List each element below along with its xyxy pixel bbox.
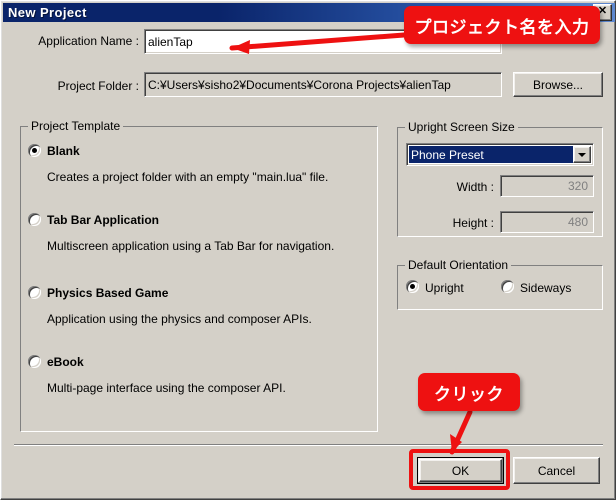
browse-button-label: Browse... [532, 77, 583, 92]
radio-sideways[interactable] [501, 280, 514, 293]
default-orientation-group-title: Default Orientation [405, 258, 512, 272]
radio-ebook-label: eBook [47, 355, 84, 369]
cancel-button[interactable]: Cancel [513, 457, 600, 484]
height-label: Height : [452, 216, 494, 230]
width-input[interactable]: 320 [500, 175, 594, 197]
screenshot-root: New Project ✕ Application Name : alienTa… [0, 0, 616, 500]
footer-separator [14, 444, 603, 446]
ok-button-label: OK [451, 463, 470, 478]
radio-ebook[interactable] [28, 355, 41, 368]
screen-size-preset-value: Phone Preset [409, 146, 574, 163]
upright-screen-size-group-title: Upright Screen Size [405, 120, 518, 134]
radio-blank-label: Blank [47, 144, 80, 158]
radio-tab-bar-application-description: Multiscreen application using a Tab Bar … [47, 239, 335, 253]
radio-sideways-label: Sideways [520, 281, 572, 295]
browse-button[interactable]: Browse... [513, 72, 603, 97]
cancel-button-label: Cancel [537, 463, 576, 478]
new-project-dialog: New Project ✕ Application Name : alienTa… [0, 0, 616, 500]
callout-enter-project-name: プロジェクト名を入力 [404, 6, 600, 44]
width-label: Width : [456, 180, 494, 194]
radio-physics-based-game-label: Physics Based Game [47, 286, 169, 300]
window-title: New Project [8, 5, 87, 20]
height-input[interactable]: 480 [500, 211, 594, 233]
radio-physics-based-game-description: Application using the physics and compos… [47, 312, 312, 326]
radio-blank[interactable] [28, 144, 41, 157]
screen-size-preset-combobox[interactable]: Phone Preset [406, 143, 594, 166]
chevron-down-icon [578, 152, 586, 157]
project-folder-input[interactable]: C:¥Users¥sisho2¥Documents¥Corona Project… [144, 72, 502, 97]
project-template-group-title: Project Template [28, 119, 124, 133]
radio-tab-bar-application-label: Tab Bar Application [47, 213, 160, 227]
radio-blank-dot [32, 148, 37, 153]
radio-upright-label: Upright [425, 281, 464, 295]
callout-click: クリック [418, 373, 520, 411]
radio-physics-based-game[interactable] [28, 286, 41, 299]
radio-upright-dot [410, 284, 415, 289]
screen-size-preset-dropdown-button[interactable] [573, 146, 591, 163]
project-folder-label: Project Folder : [57, 79, 139, 93]
radio-upright[interactable] [406, 280, 419, 293]
application-name-label: Application Name : [38, 34, 139, 48]
ok-button[interactable]: OK [417, 457, 504, 484]
radio-blank-description: Creates a project folder with an empty "… [47, 170, 329, 184]
radio-ebook-description: Multi-page interface using the composer … [47, 381, 286, 395]
radio-tab-bar-application[interactable] [28, 213, 41, 226]
